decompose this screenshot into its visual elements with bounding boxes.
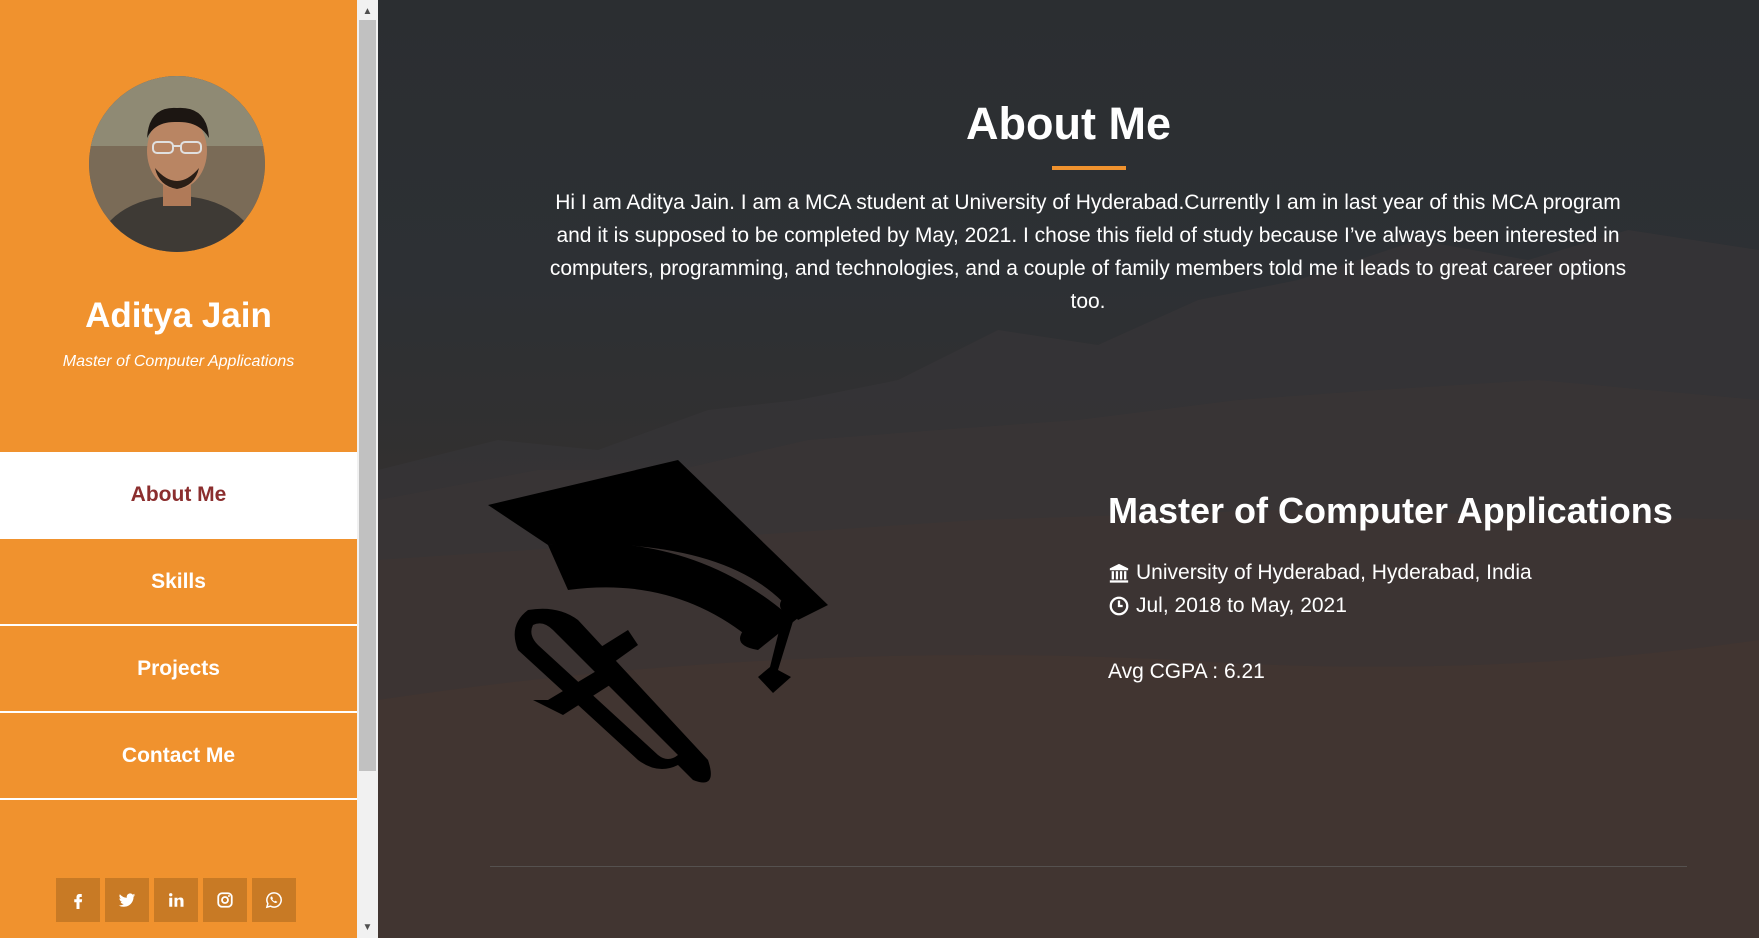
- linkedin-icon[interactable]: [154, 878, 198, 922]
- whatsapp-icon[interactable]: [252, 878, 296, 922]
- duration-line: Jul, 2018 to May, 2021: [1108, 594, 1347, 618]
- nav-item-about-me[interactable]: About Me: [0, 452, 357, 539]
- nav-item-skills[interactable]: Skills: [0, 539, 357, 626]
- nav-item-contact-me[interactable]: Contact Me: [0, 713, 357, 800]
- avatar: [89, 76, 265, 252]
- scroll-down-icon[interactable]: ▼: [357, 918, 378, 936]
- main-content: About Me Hi I am Aditya Jain. I am a MCA…: [378, 0, 1759, 938]
- clock-icon: [1109, 596, 1129, 616]
- university-icon: [1109, 563, 1129, 583]
- sidebar: Aditya Jain Master of Computer Applicati…: [0, 0, 357, 938]
- nav-item-projects[interactable]: Projects: [0, 626, 357, 713]
- university-text: University of Hyderabad, Hyderabad, Indi…: [1136, 561, 1532, 584]
- sidebar-nav: About Me Skills Projects Contact Me: [0, 452, 357, 800]
- about-title: About Me: [966, 98, 1171, 149]
- scroll-thumb[interactable]: [359, 20, 376, 771]
- twitter-icon[interactable]: [105, 878, 149, 922]
- university-line: University of Hyderabad, Hyderabad, Indi…: [1108, 561, 1532, 585]
- profile-role: Master of Computer Applications: [62, 353, 295, 370]
- scrollbar[interactable]: ▲ ▼: [357, 0, 378, 938]
- instagram-icon[interactable]: [203, 878, 247, 922]
- social-links: [56, 878, 296, 922]
- cgpa-text: Avg CGPA : 6.21: [1108, 660, 1265, 683]
- title-underline: [1052, 166, 1126, 170]
- scroll-up-icon[interactable]: ▲: [357, 2, 378, 20]
- degree-title: Master of Computer Applications: [1108, 490, 1673, 531]
- section-divider: [490, 866, 1687, 867]
- profile-name: Aditya Jain: [85, 296, 272, 335]
- graduation-cap-icon: [488, 460, 828, 783]
- about-description: Hi I am Aditya Jain. I am a MCA student …: [549, 191, 1627, 313]
- facebook-icon[interactable]: [56, 878, 100, 922]
- duration-text: Jul, 2018 to May, 2021: [1136, 594, 1347, 617]
